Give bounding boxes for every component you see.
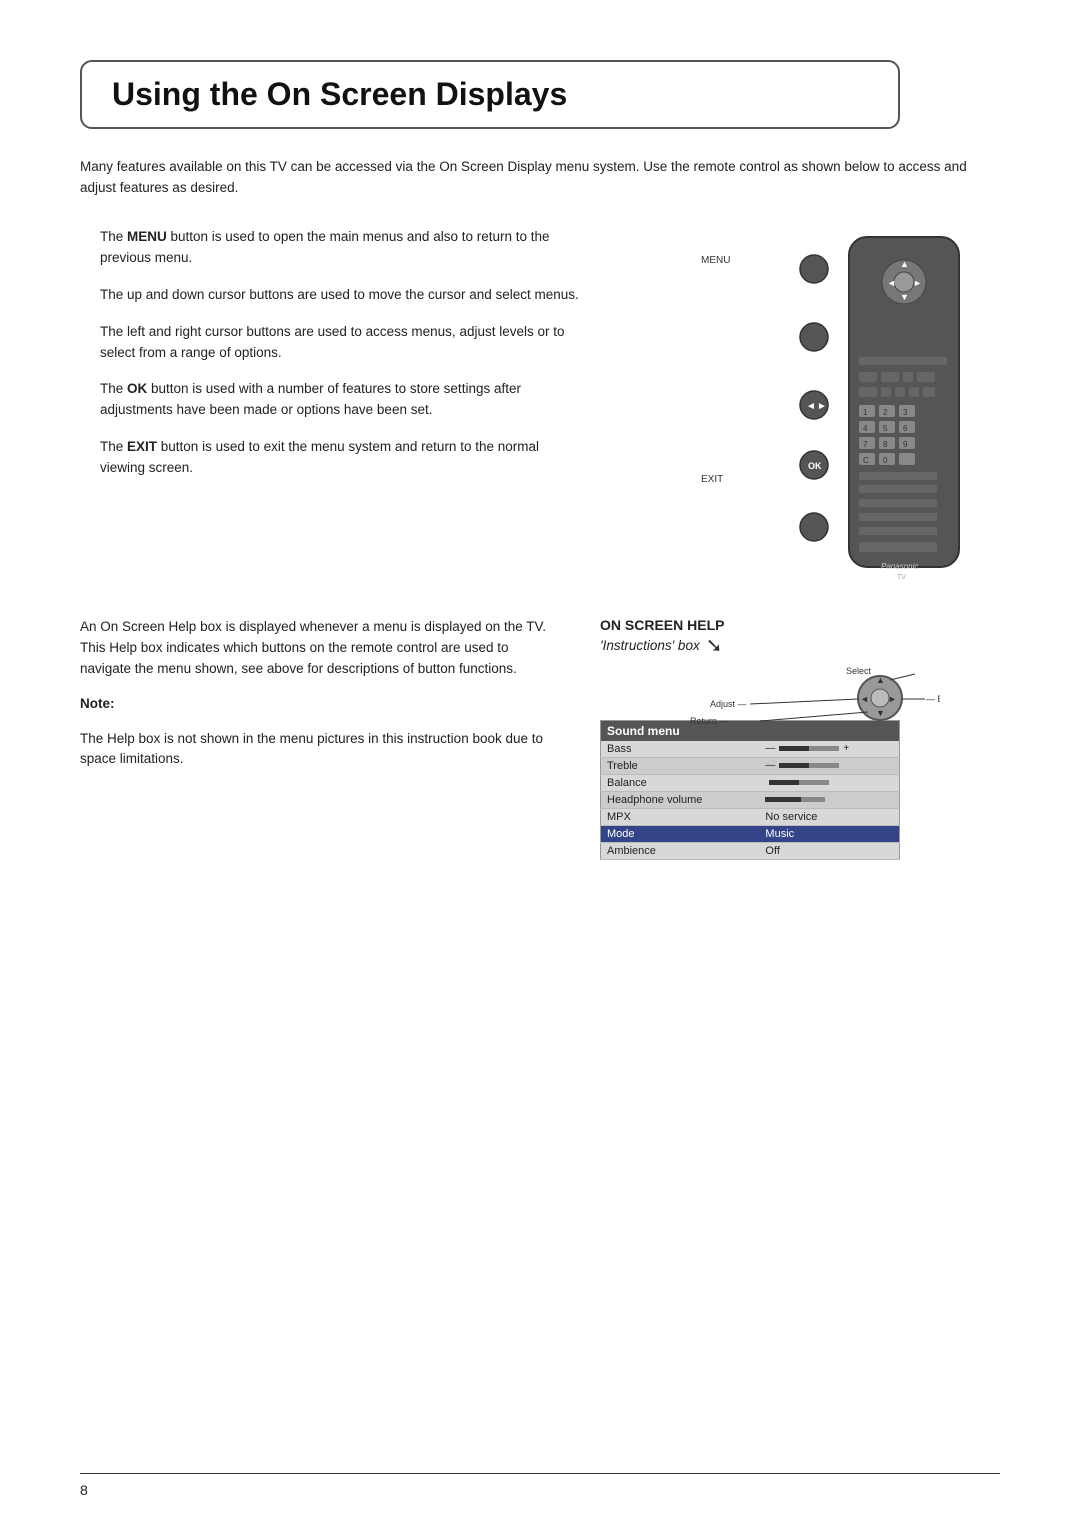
- dpad-svg: ▲ ▼ ◄ ► Select Adjust — Return —: [650, 666, 940, 726]
- table-row: Bass — +: [601, 741, 900, 758]
- svg-text:Adjust —: Adjust —: [710, 699, 747, 709]
- desc-menu-block: The MENU button is used to open the main…: [80, 227, 580, 269]
- svg-text:9: 9: [903, 440, 908, 449]
- desc-updown-block: The up and down cursor buttons are used …: [80, 285, 580, 306]
- svg-text:2: 2: [883, 408, 888, 417]
- desc-exit-block: The EXIT button is used to exit the menu…: [80, 437, 580, 479]
- row-label: Headphone volume: [601, 791, 756, 808]
- help-right: ON SCREEN HELP 'Instructions' box ➘ ▲ ▼ …: [600, 617, 940, 860]
- svg-text:►: ►: [913, 278, 922, 288]
- instructions-box-label: 'Instructions' box: [600, 638, 700, 653]
- svg-text:— Exit: — Exit: [926, 694, 940, 704]
- page-container: Using the On Screen Displays Many featur…: [0, 0, 1080, 1528]
- remote-label-menu: MENU: [701, 255, 751, 266]
- svg-text:0: 0: [883, 456, 888, 465]
- row-label: MPX: [601, 808, 756, 825]
- row-value: Music: [755, 825, 899, 842]
- row-label: Bass: [601, 741, 756, 758]
- table-row: Treble —: [601, 757, 900, 774]
- svg-text:OK: OK: [808, 461, 822, 471]
- row-label: Ambience: [601, 842, 756, 859]
- help-left: An On Screen Help box is displayed whene…: [80, 617, 580, 860]
- title-box: Using the On Screen Displays: [80, 60, 900, 129]
- svg-text:7: 7: [863, 440, 868, 449]
- row-value: —: [755, 757, 899, 774]
- svg-text:6: 6: [903, 424, 908, 433]
- row-value: [755, 791, 899, 808]
- instructions-box-label-row: 'Instructions' box ➘: [600, 633, 940, 658]
- svg-text:▼: ▼: [876, 708, 885, 718]
- svg-text:5: 5: [883, 424, 888, 433]
- row-value: [755, 774, 899, 791]
- svg-text:◄: ◄: [887, 278, 896, 288]
- table-row: Balance: [601, 774, 900, 791]
- row-value: Off: [755, 842, 899, 859]
- left-descriptions: The MENU button is used to open the main…: [80, 227, 680, 587]
- sound-menu-table: Sound menu Bass —: [600, 720, 900, 860]
- svg-text:TV: TV: [897, 574, 906, 581]
- remote-svg: ◄ ► OK ▲ ▼ ◄ ►: [759, 227, 979, 587]
- svg-text:▲: ▲: [900, 259, 909, 269]
- row-value: No service: [755, 808, 899, 825]
- page-footer: 8: [80, 1473, 1000, 1498]
- svg-text:4: 4: [863, 424, 868, 433]
- svg-text:◄: ◄: [806, 401, 816, 412]
- remote-label-exit: EXIT: [701, 474, 751, 485]
- remote-illustration-wrapper: MENU EXIT: [680, 227, 1000, 587]
- note-label: Note:: [80, 694, 560, 715]
- on-screen-help-title: ON SCREEN HELP: [600, 617, 940, 633]
- bold-menu: MENU: [127, 229, 167, 244]
- row-label: Treble: [601, 757, 756, 774]
- table-row: Headphone volume: [601, 791, 900, 808]
- svg-text:►: ►: [888, 694, 897, 704]
- intro-paragraph: Many features available on this TV can b…: [80, 157, 1000, 199]
- svg-text:Select: Select: [846, 666, 872, 676]
- bold-ok: OK: [127, 381, 147, 396]
- sound-menu-wrapper: Sound menu Bass —: [600, 720, 940, 860]
- page-title: Using the On Screen Displays: [112, 76, 868, 113]
- help-section: An On Screen Help box is displayed whene…: [80, 617, 1000, 860]
- svg-text:►: ►: [817, 401, 827, 412]
- desc-leftright-text: The left and right cursor buttons are us…: [100, 322, 580, 364]
- row-value: — +: [755, 741, 899, 758]
- svg-text:8: 8: [883, 440, 888, 449]
- svg-text:3: 3: [903, 408, 908, 417]
- page-number: 8: [80, 1482, 88, 1498]
- svg-text:Return —: Return —: [690, 716, 729, 726]
- dpad-diagram: ▲ ▼ ◄ ► Select Adjust — Return —: [600, 666, 940, 726]
- remote-side-labels: MENU EXIT: [701, 227, 751, 485]
- note-text: The Help box is not shown in the menu pi…: [80, 729, 560, 771]
- row-label: Mode: [601, 825, 756, 842]
- svg-text:1: 1: [863, 408, 868, 417]
- svg-text:Panasonic: Panasonic: [881, 562, 918, 571]
- desc-leftright-block: The left and right cursor buttons are us…: [80, 322, 580, 364]
- table-row: Mode Music: [601, 825, 900, 842]
- svg-text:▲: ▲: [876, 675, 885, 685]
- table-row: Ambience Off: [601, 842, 900, 859]
- svg-text:◄: ◄: [860, 694, 869, 704]
- remote-section: The MENU button is used to open the main…: [80, 227, 1000, 587]
- row-label: Balance: [601, 774, 756, 791]
- bold-exit: EXIT: [127, 439, 157, 454]
- desc-updown-text: The up and down cursor buttons are used …: [100, 285, 580, 306]
- svg-text:C: C: [863, 456, 869, 465]
- desc-ok-block: The OK button is used with a number of f…: [80, 379, 580, 421]
- table-row: MPX No service: [601, 808, 900, 825]
- remote-svg-wrapper: MENU EXIT: [701, 227, 979, 587]
- svg-text:▼: ▼: [900, 292, 909, 302]
- arrow-icon: ➘: [706, 633, 723, 658]
- help-intro-text: An On Screen Help box is displayed whene…: [80, 617, 560, 680]
